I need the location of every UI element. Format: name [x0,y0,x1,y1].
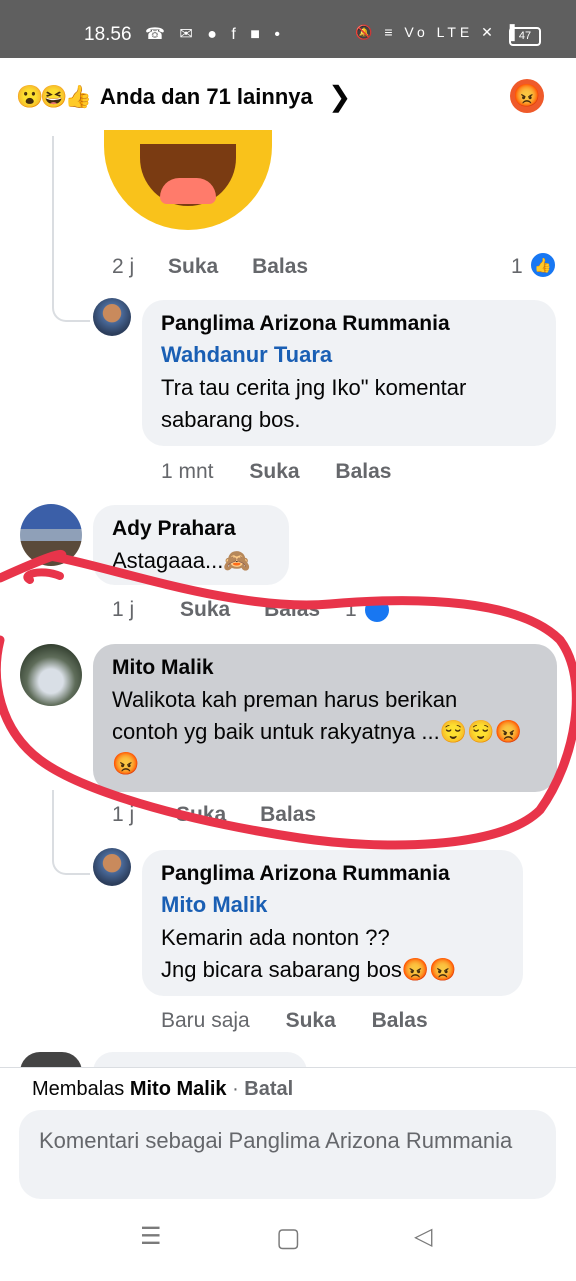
comment-author[interactable]: Ady Prahara [112,517,289,541]
comment-actions: Baru saja Suka Balas [161,1009,428,1033]
comment-bubble-highlighted[interactable]: Mito Malik Walikota kah preman harus ber… [93,644,557,792]
comment-bubble[interactable]: Ady Prahara Astagaaa...🙈 [93,505,289,585]
like-icon [363,596,391,624]
comment-author[interactable]: Panglima Arizona Rummania [161,862,523,886]
reply-button[interactable]: Balas [264,598,320,621]
comment-text-line: Jng bicara sabarang bos😡😡 [161,957,457,982]
comment-time: 1 mnt [161,460,214,483]
like-button[interactable]: Suka [180,598,230,621]
comment-input[interactable]: Komentari sebagai Panglima Arizona Rumma… [19,1110,556,1199]
avatar[interactable] [93,848,131,886]
comment-text: Walikota kah preman harus berikan contoh… [112,687,522,776]
like-button[interactable]: Suka [176,803,226,826]
comment-bubble[interactable]: Panglima Arizona Rummania Wahdanur Tuara… [142,300,556,446]
comment-time: Baru saja [161,1009,250,1032]
reaction-icons: 😮😆👍 [16,84,92,109]
comment-text: Astagaaa...🙈 [112,548,251,573]
angry-reaction-icon[interactable]: 😡 [510,79,544,113]
separator: · [232,1078,239,1100]
replying-bar: Membalas Mito Malik · Batal [32,1078,293,1101]
notification-icons: ☎ ✉ ● f ■ • [145,26,285,43]
system-icons: 🔕 ≡ Vo LTE ✕ ▐ [355,24,519,40]
like-button[interactable]: Suka [168,255,218,278]
reactions-summary[interactable]: Anda dan 71 lainnya [100,84,313,110]
replying-target: Mito Malik [129,1078,227,1100]
like-icon: 👍 [529,251,557,279]
clock: 18.56 [84,24,132,45]
back-icon[interactable]: ◁ [414,1222,432,1251]
comment-text: Tra tau cerita jng Iko" komentar sabaran… [161,375,467,432]
comment-author[interactable]: Panglima Arizona Rummania [161,312,556,336]
like-button[interactable]: Suka [286,1009,336,1032]
thread-connector [52,845,90,875]
reply-button[interactable]: Balas [372,1009,428,1032]
replying-prefix: Membalas [32,1078,125,1100]
chevron-right-icon[interactable]: ❯ [328,80,351,113]
battery-icon: 47 [509,27,541,46]
thread-line [52,136,54,296]
like-count: 1 [511,255,523,278]
laughing-sticker [104,130,272,230]
thread-connector [52,290,90,322]
comment-time: 1 j [112,803,135,826]
comment-actions: 1 j Suka Balas [112,803,316,827]
comment-time: 1 j [112,598,135,621]
comment-actions: 1 j Suka Balas [112,598,320,622]
recent-apps-icon[interactable]: ☰ [140,1222,162,1251]
like-button[interactable]: Suka [249,460,299,483]
comment-actions: 1 mnt Suka Balas [161,460,391,484]
cancel-reply-button[interactable]: Batal [244,1078,293,1100]
home-icon[interactable]: ▢ [276,1222,301,1253]
avatar[interactable] [20,504,82,566]
reply-button[interactable]: Balas [252,255,308,278]
reply-button[interactable]: Balas [335,460,391,483]
comment-bubble[interactable]: Panglima Arizona Rummania Mito Malik Kem… [142,850,523,996]
comment-text-line: Kemarin ada nonton ?? [161,925,390,950]
status-bar: 18.56 ☎ ✉ ● f ■ • 🔕 ≡ Vo LTE ✕ ▐ 47 [0,0,576,58]
comment-author[interactable]: Mito Malik [112,656,557,680]
mention-link[interactable]: Wahdanur Tuara [161,342,556,368]
avatar[interactable] [93,298,131,336]
comment-input-placeholder: Komentari sebagai Panglima Arizona Rumma… [39,1128,513,1153]
comment-actions: 2 j Suka Balas [112,255,308,279]
thread-line [52,790,54,850]
mention-link[interactable]: Mito Malik [161,892,523,918]
avatar[interactable] [20,644,82,706]
comment-time: 2 j [112,255,135,278]
like-count: 1 [345,598,357,621]
reply-button[interactable]: Balas [260,803,316,826]
